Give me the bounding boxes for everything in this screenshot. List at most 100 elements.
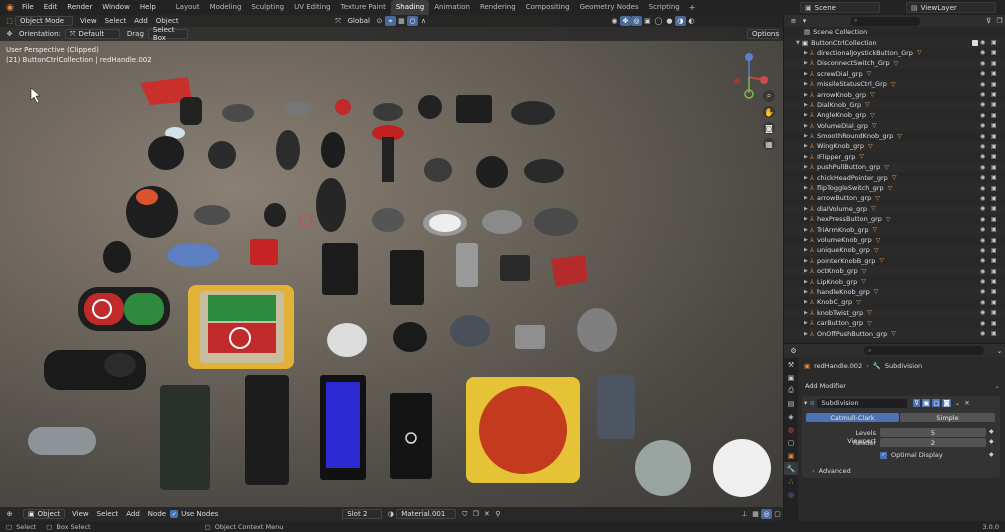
tab-uv-editing[interactable]: UV Editing (289, 0, 336, 15)
unlink-material-icon[interactable]: ✕ (481, 509, 492, 519)
root-collection-row[interactable]: ▼ ▣ ButtonCtrlCollection ◉ ▣ (784, 37, 1005, 48)
outliner-item[interactable]: ▶ ⅄ arrowButton_grp ▽ ◉ ▣ (784, 193, 1005, 203)
outliner-item[interactable]: ▶ ⅄ OnOffPushButton_grp ▽ ◉ ▣ (784, 328, 1005, 339)
render-keyframe-icon[interactable]: ◆ (989, 438, 994, 445)
tab-geometry-nodes[interactable]: Geometry Nodes (575, 0, 644, 15)
scene-collection-row[interactable]: ▤ Scene Collection (784, 27, 1005, 37)
render-camera-icon[interactable]: ▣ (991, 330, 997, 337)
outliner-item[interactable]: ▶ ⅄ TriArmKnob_grp ▽ ◉ ▣ (784, 224, 1005, 235)
outliner-item[interactable]: ▶ ⅄ KnobC_grp ▽ ◉ ▣ (784, 297, 1005, 307)
render-camera-icon[interactable]: ▣ (991, 257, 997, 264)
properties-options-icon[interactable]: ⌄ (994, 346, 1005, 356)
tab-layout[interactable]: Layout (171, 0, 205, 15)
render-camera-icon[interactable]: ▣ (991, 226, 997, 233)
modifier-name-field[interactable]: Subdivision (817, 398, 908, 408)
render-camera-icon[interactable]: ▣ (991, 101, 997, 108)
visibility-eye-icon[interactable]: ◉ (980, 70, 985, 77)
tab-sculpting[interactable]: Sculpting (246, 0, 289, 15)
optimal-display-row[interactable]: ✓ Optimal Display (880, 451, 943, 459)
outliner-item[interactable]: ▶ ⅄ screwDial_grp ▽ ◉ ▣ (784, 69, 1005, 79)
visibility-eye-icon[interactable]: ◉ (980, 195, 985, 202)
outliner-item[interactable]: ▶ ⅄ IFlipper_grp ▽ ◉ ▣ (784, 152, 1005, 162)
outliner-item[interactable]: ▶ ⅄ directionalJoystickButton_Grp ▽ ◉ ▣ (784, 48, 1005, 58)
visibility-eye-icon[interactable]: ◉ (980, 330, 985, 337)
tab-animation[interactable]: Animation (429, 0, 475, 15)
material-field[interactable]: Material.001 (396, 509, 457, 519)
new-collection-icon[interactable]: ❐ (994, 16, 1005, 26)
menu-file[interactable]: File (17, 0, 39, 15)
render-camera-icon[interactable]: ▣ (991, 268, 997, 275)
render-camera-icon[interactable]: ▣ (991, 143, 997, 150)
render-camera-icon[interactable]: ▣ (991, 112, 997, 119)
outliner-item[interactable]: ▶ ⅄ uniqueKnob_grp ▽ ◉ ▣ (784, 245, 1005, 256)
outliner-item[interactable]: ▶ ⅄ octKnob_grp ▽ ◉ ▣ (784, 265, 1005, 277)
remove-modifier-icon[interactable]: ✕ (964, 399, 969, 407)
render-camera-icon[interactable]: ▣ (991, 320, 997, 327)
fake-user-icon[interactable]: ⛉ (459, 509, 470, 519)
view-layer-selector[interactable]: ▤ ViewLayer (906, 2, 996, 13)
3d-viewport[interactable]: ⬚ Object Mode View Select Add Object ⤧ G… (0, 15, 783, 507)
outliner-item[interactable]: ▶ ⅄ DialKnob_Grp ▽ ◉ ▣ (784, 99, 1005, 111)
render-tab-icon[interactable]: ▣ (784, 371, 798, 384)
outliner-search[interactable]: ⌕ (850, 16, 920, 26)
outliner-item[interactable]: ▶ ⅄ SmoothRoundKnob_grp ▽ ◉ ▣ (784, 131, 1005, 141)
add-workspace-button[interactable]: + (685, 3, 700, 12)
particles-tab-icon[interactable]: ∴ (784, 475, 798, 488)
render-camera-icon[interactable]: ▣ (991, 237, 997, 244)
visibility-eye-icon[interactable]: ◉ (980, 91, 985, 98)
physics-tab-icon[interactable]: ◎ (784, 488, 798, 501)
visibility-eye-icon[interactable]: ◉ (980, 226, 985, 233)
scene-selector[interactable]: ▣ Scene (800, 2, 880, 13)
render-camera-icon[interactable]: ▣ (991, 299, 997, 306)
outliner-item[interactable]: ▶ ⅄ WingKnob_grp ▽ ◉ ▣ (784, 141, 1005, 152)
shader-menu-node[interactable]: Node (144, 509, 170, 519)
outliner-item[interactable]: ▶ ⅄ VolumeDial_grp ▽ ◉ ▣ (784, 120, 1005, 131)
object-tab-icon[interactable]: ▣ (784, 449, 798, 462)
levels-keyframe-icon[interactable]: ◆ (989, 428, 994, 435)
visibility-eye-icon[interactable]: ◉ (980, 60, 985, 67)
tab-rendering[interactable]: Rendering (475, 0, 521, 15)
shader-type-dropdown[interactable]: ▣ Object (23, 509, 65, 519)
render-camera-icon[interactable]: ▣ (991, 309, 997, 316)
outliner-item[interactable]: ▶ ⅄ handleKnob_grp ▽ ◉ ▣ (784, 286, 1005, 298)
visibility-eye-icon[interactable]: ◉ (980, 153, 985, 160)
visibility-eye-icon[interactable]: ◉ (980, 143, 985, 150)
render-camera-icon[interactable]: ▣ (991, 164, 997, 171)
edit-mode-toggle-icon[interactable]: ⊽ (913, 399, 921, 407)
outliner-item[interactable]: ▶ ⅄ carButton_grp ▽ ◉ ▣ (784, 318, 1005, 328)
shader-editor-type-icon[interactable]: ⊕ (4, 509, 15, 519)
advanced-section[interactable]: › Advanced (812, 467, 851, 475)
collapse-arrow-icon[interactable]: ▾ (804, 399, 807, 407)
optimal-keyframe-icon[interactable]: ◆ (989, 451, 994, 458)
render-camera-icon[interactable]: ▣ (991, 39, 997, 46)
cage-toggle-icon[interactable]: ▣ (922, 399, 931, 407)
outliner-display-icon[interactable]: ▾ (799, 16, 810, 26)
tab-modeling[interactable]: Modeling (205, 0, 247, 15)
menu-edit[interactable]: Edit (39, 0, 63, 15)
visibility-eye-icon[interactable]: ◉ (980, 112, 985, 119)
pin-icon[interactable]: ⚲ (492, 509, 503, 519)
visibility-eye-icon[interactable]: ◉ (980, 205, 985, 212)
visibility-eye-icon[interactable]: ◉ (980, 237, 985, 244)
node-grid-icon[interactable]: ▦ (750, 509, 761, 519)
outliner-item[interactable]: ▶ ⅄ hexPressButton_grp ▽ ◉ ▣ (784, 214, 1005, 224)
render-camera-icon[interactable]: ▣ (991, 216, 997, 223)
render-camera-icon[interactable]: ▣ (991, 60, 997, 67)
modifier-tab-icon[interactable]: 🔧 (784, 462, 798, 475)
view-layer-tab-icon[interactable]: ▤ (784, 397, 798, 410)
tab-texture-paint[interactable]: Texture Paint (336, 0, 391, 15)
overlay-node-icon[interactable]: ◎ (761, 509, 772, 519)
tab-compositing[interactable]: Compositing (521, 0, 575, 15)
outliner-item[interactable]: ▶ ⅄ volumeKnob_grp ▽ ◉ ▣ (784, 235, 1005, 245)
visibility-eye-icon[interactable]: ◉ (980, 278, 985, 285)
render-toggle-icon[interactable]: ◙ (942, 399, 951, 407)
outliner-item[interactable]: ▶ ⅄ AngleKnob_grp ▽ ◉ ▣ (784, 110, 1005, 120)
menu-render[interactable]: Render (62, 0, 97, 15)
slot-dropdown[interactable]: Slot 2 (342, 509, 383, 519)
render-camera-icon[interactable]: ▣ (991, 278, 997, 285)
properties-editor-icon[interactable]: ⚙ (788, 346, 799, 356)
properties-search[interactable]: ⌕ (864, 346, 984, 355)
catmull-clark-button[interactable]: Catmull-Clark (806, 413, 899, 422)
visibility-eye-icon[interactable]: ◉ (980, 81, 985, 88)
simple-button[interactable]: Simple (900, 413, 995, 422)
